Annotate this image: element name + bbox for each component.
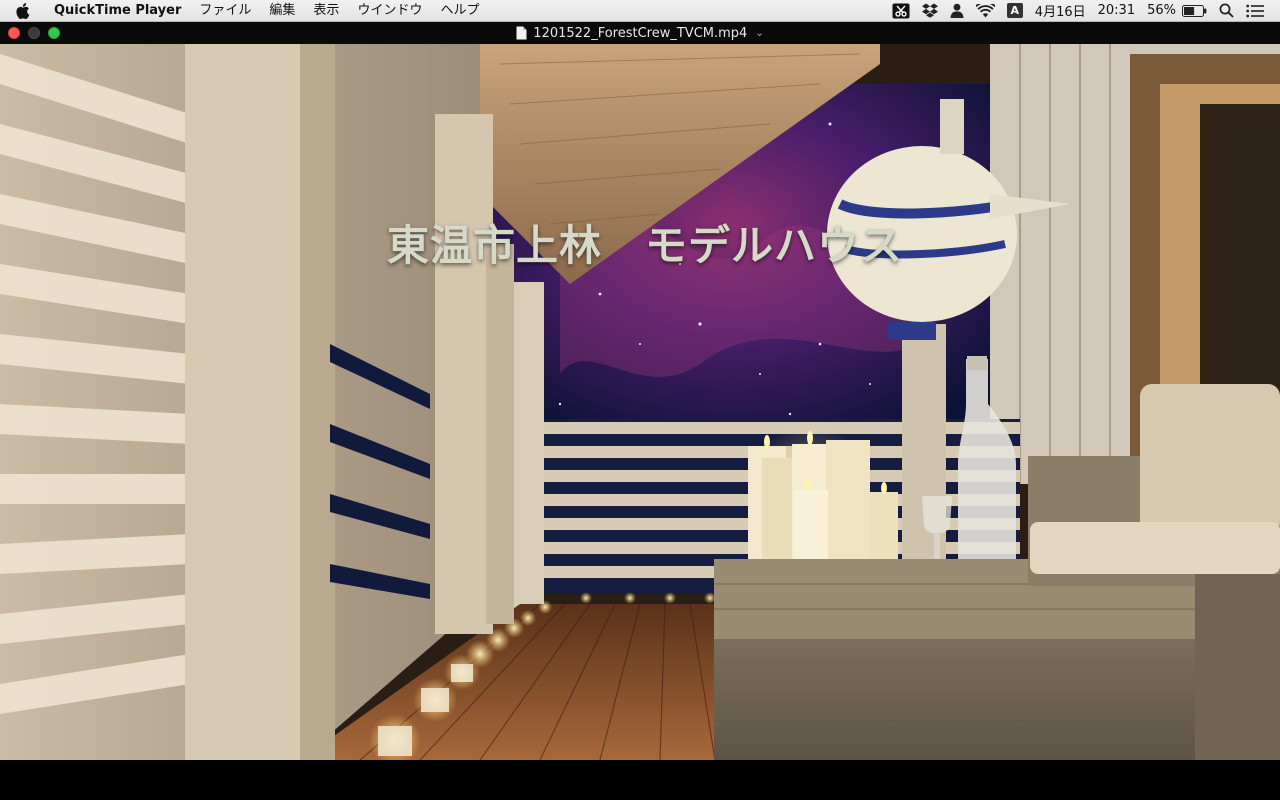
spotlight-button[interactable] xyxy=(1213,0,1240,22)
wifi-status[interactable] xyxy=(970,0,1001,22)
document-icon xyxy=(516,26,527,40)
video-player[interactable]: 東温市上林 モデルハウス xyxy=(0,44,1280,760)
menu-bar: QuickTime Player ファイル 編集 表示 ウインドウ ヘルプ A … xyxy=(0,0,1280,22)
zoom-button[interactable] xyxy=(48,27,60,39)
apple-logo-icon xyxy=(16,2,30,19)
menu-help[interactable]: ヘルプ xyxy=(431,0,488,22)
title-menu-chevron-icon[interactable]: ⌄ xyxy=(755,28,763,39)
minimize-button[interactable] xyxy=(28,27,40,39)
battery-status[interactable] xyxy=(1182,0,1213,22)
search-icon xyxy=(1219,3,1234,18)
battery-percent[interactable]: 56% xyxy=(1141,0,1182,22)
battery-icon xyxy=(1182,4,1207,17)
window-controls xyxy=(8,27,60,39)
snip-tool-status[interactable] xyxy=(886,0,916,22)
time-status[interactable]: 20:31 xyxy=(1092,0,1141,22)
menu-window[interactable]: ウインドウ xyxy=(348,0,431,22)
window-title: 1201522_ForestCrew_TVCM.mp4 xyxy=(533,25,748,41)
video-letterbox xyxy=(0,760,1280,800)
video-frame xyxy=(0,44,1280,760)
date-status[interactable]: 4月16日 xyxy=(1029,0,1092,22)
list-icon xyxy=(1246,4,1264,17)
input-source-status[interactable]: A xyxy=(1001,0,1029,22)
dropbox-status[interactable] xyxy=(916,0,944,22)
window-title-group[interactable]: 1201522_ForestCrew_TVCM.mp4 ⌄ xyxy=(516,25,764,41)
scissors-icon xyxy=(892,3,910,18)
menu-edit[interactable]: 編集 xyxy=(260,0,304,22)
notification-center-button[interactable] xyxy=(1240,0,1270,22)
dropbox-icon xyxy=(921,3,938,18)
wifi-icon xyxy=(975,3,995,17)
menu-view[interactable]: 表示 xyxy=(304,0,348,22)
menu-file[interactable]: ファイル xyxy=(190,0,260,22)
app-menu-quicktime[interactable]: QuickTime Player xyxy=(46,0,190,22)
user-status[interactable] xyxy=(944,0,970,22)
close-button[interactable] xyxy=(8,27,20,39)
user-icon xyxy=(950,3,964,18)
window-title-bar[interactable]: 1201522_ForestCrew_TVCM.mp4 ⌄ xyxy=(0,22,1280,44)
apple-menu[interactable] xyxy=(0,0,46,22)
battery-fill xyxy=(1184,6,1195,15)
video-caption: 東温市上林 モデルハウス xyxy=(386,221,903,270)
input-source-label: A xyxy=(1006,3,1023,18)
